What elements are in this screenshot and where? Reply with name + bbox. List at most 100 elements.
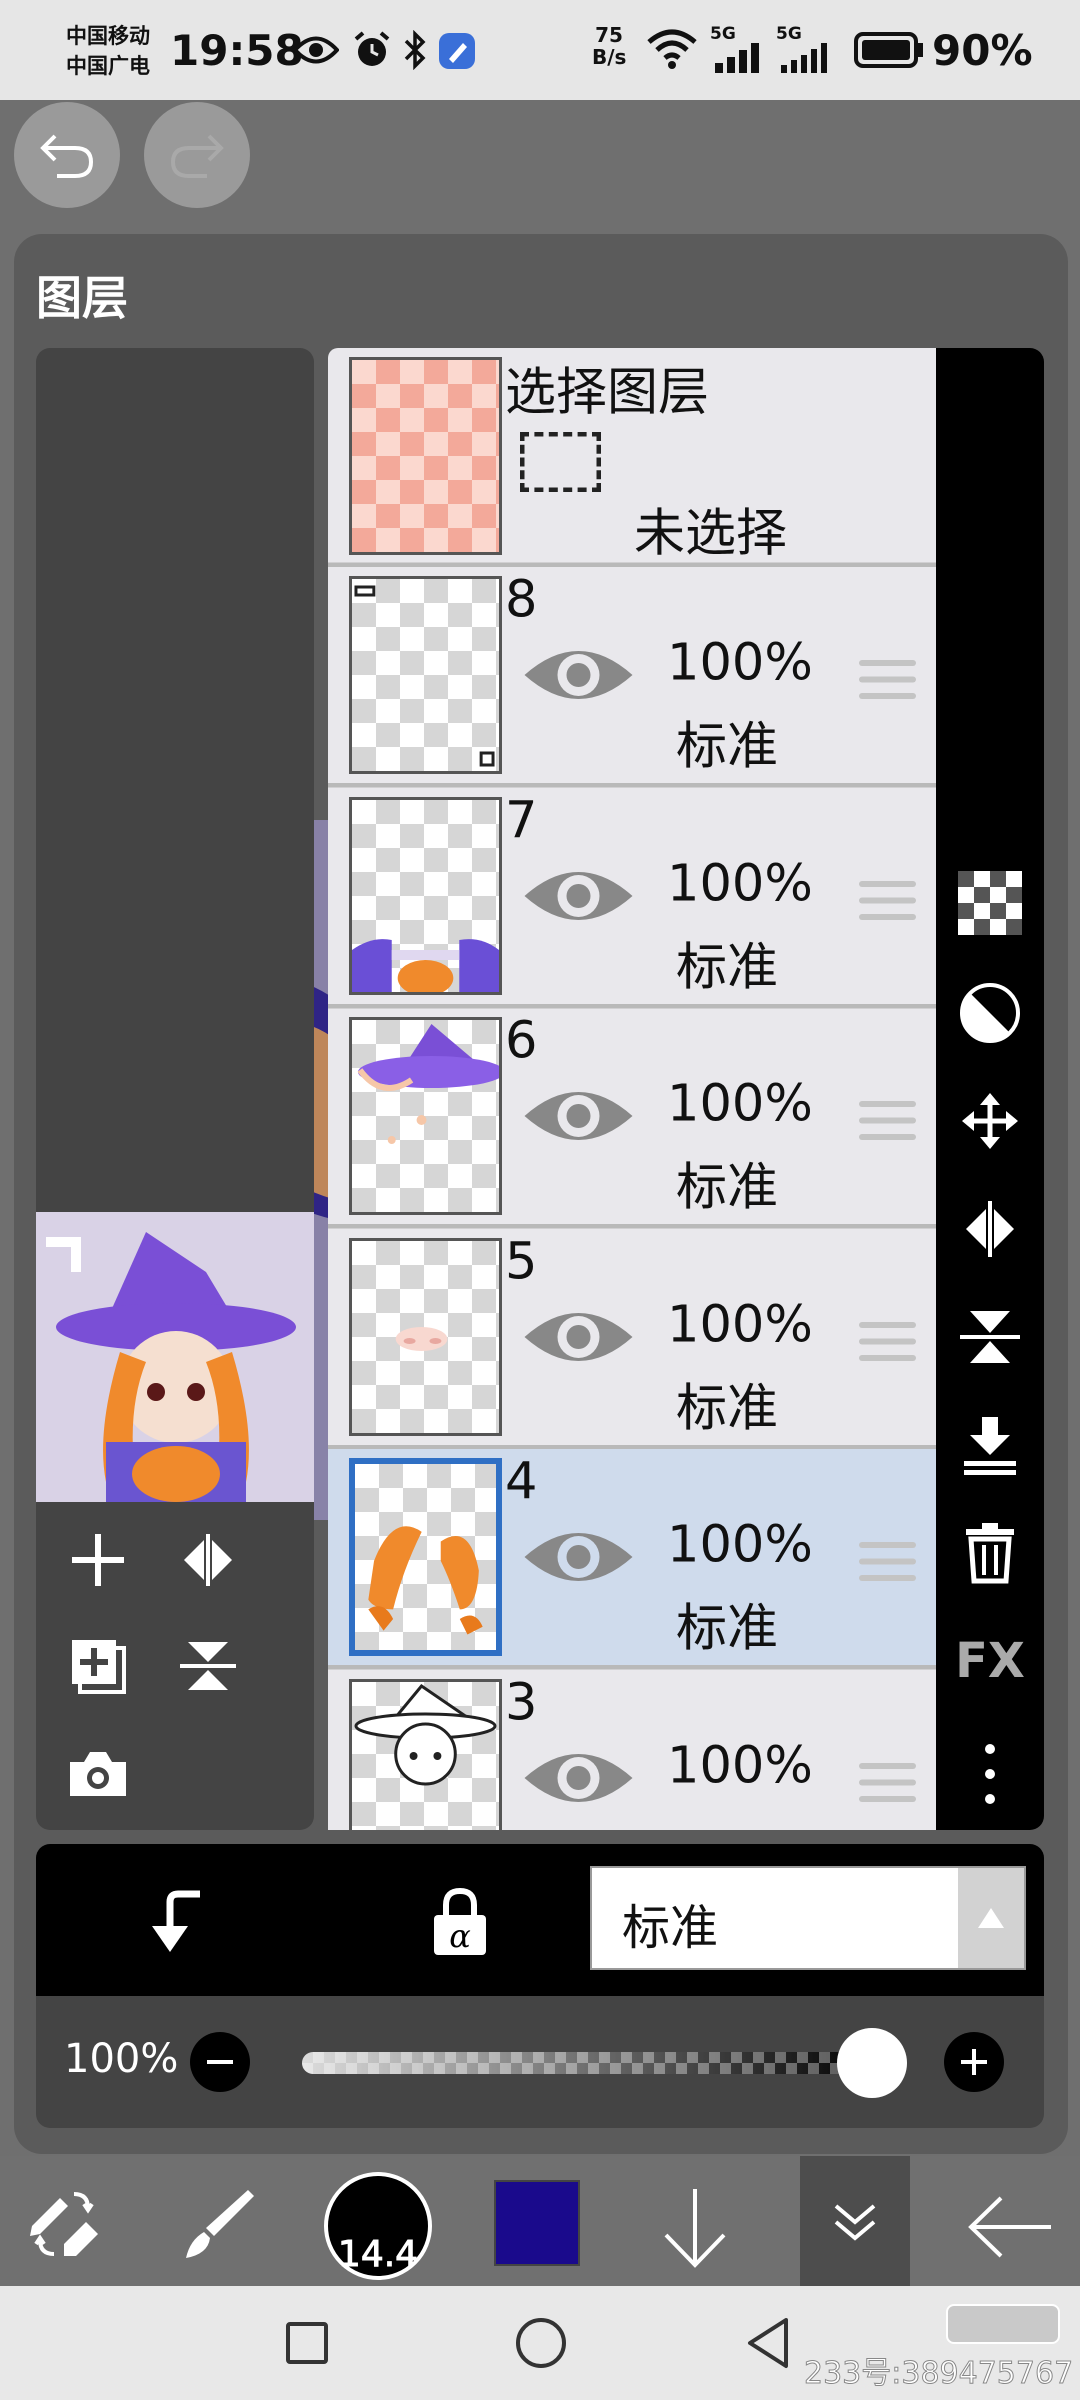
redo-icon <box>170 134 224 178</box>
eye-icon <box>524 1092 633 1140</box>
more-vertical-icon <box>985 1744 995 1804</box>
alpha-lock-button[interactable]: α <box>420 1882 500 1962</box>
visibility-toggle[interactable] <box>520 863 637 935</box>
visibility-toggle[interactable] <box>520 642 637 714</box>
visibility-toggle[interactable] <box>520 1745 637 1817</box>
plus-icon <box>72 1534 124 1586</box>
layer-row-7[interactable]: 7 100% 标准 <box>328 788 936 1008</box>
opacity-label: 100% <box>64 2036 179 2082</box>
merge-down-button[interactable] <box>936 1410 1044 1480</box>
recents-button[interactable] <box>286 2322 328 2364</box>
eye-icon <box>524 1533 633 1581</box>
plus-icon <box>961 2049 987 2075</box>
eye-comfort-icon <box>292 30 340 70</box>
blend-dropdown-toggle[interactable] <box>958 1868 1024 1968</box>
blend-mode-bar: α 标准 <box>36 1844 1044 1996</box>
battery-level: 90% <box>932 26 1033 75</box>
layer-row-4[interactable]: 4 100% 标准 <box>328 1449 936 1670</box>
opacity-increase-button[interactable] <box>944 2032 1004 2092</box>
flip-vertical-icon <box>180 1642 236 1690</box>
opacity-slider-track[interactable] <box>302 2052 872 2074</box>
layer-number: 3 <box>505 1672 538 1733</box>
drag-handle[interactable] <box>859 1762 916 1817</box>
flip-horizontal-button[interactable] <box>176 1528 240 1592</box>
redo-button[interactable] <box>144 102 250 208</box>
camera-button[interactable] <box>66 1742 130 1806</box>
duplicate-layer-icon <box>72 1640 126 1694</box>
flip-layer-vertical-button[interactable] <box>936 1302 1044 1372</box>
brush-size-button[interactable]: 14.4 <box>324 2172 432 2280</box>
layer-row-3[interactable]: 3 100% <box>328 1670 936 1830</box>
brush-icon <box>186 2190 254 2258</box>
layer-opacity: 100% <box>667 1735 813 1796</box>
more-options-button[interactable] <box>936 1734 1044 1814</box>
layer-row-6[interactable]: 6 100% 标准 <box>328 1008 936 1229</box>
battery-icon <box>854 30 926 70</box>
arrow-left-icon <box>968 2196 1051 2258</box>
layer-thumbnail <box>349 576 502 774</box>
system-nav-bar: 233号:389475767 <box>0 2286 1080 2400</box>
clipping-button[interactable] <box>936 978 1044 1048</box>
selection-layer-row[interactable]: 选择图层 未选择 <box>328 348 936 567</box>
layer-thumbnail <box>349 796 502 995</box>
drag-handle[interactable] <box>859 880 916 935</box>
color-swatch-button[interactable] <box>494 2180 580 2266</box>
delete-layer-button[interactable] <box>936 1518 1044 1588</box>
bluetooth-icon <box>400 28 430 72</box>
add-layer-button[interactable] <box>66 1528 130 1592</box>
signal-2-icon <box>778 40 842 74</box>
flip-vertical-icon <box>960 1311 1020 1363</box>
fx-button[interactable]: FX <box>936 1626 1044 1696</box>
back-button[interactable] <box>962 2184 1058 2270</box>
carrier-2: 中国广电 <box>66 54 150 78</box>
brush-tool-button[interactable] <box>178 2184 258 2264</box>
move-button[interactable] <box>936 1086 1044 1156</box>
blend-mode-select[interactable]: 标准 <box>590 1866 1026 1970</box>
flip-horizontal-icon <box>966 1201 1014 1257</box>
checkerboard-icon <box>958 871 1022 935</box>
drag-handle[interactable] <box>859 1101 916 1155</box>
layer-opacity: 100% <box>667 1515 813 1575</box>
eye-icon <box>524 1753 633 1802</box>
tool-switch-button[interactable] <box>24 2184 104 2264</box>
visibility-toggle[interactable] <box>520 1083 637 1155</box>
clip-layer-button[interactable] <box>140 1882 220 1962</box>
artwork-preview-image <box>36 1212 314 1502</box>
collapse-menu-button[interactable] <box>800 2156 910 2286</box>
layer-list: 选择图层 未选择 8 100% 标准 7 100% 标准 6 100% 标准 5 100% 标准 4 10… <box>328 348 936 1830</box>
opacity-bar: 100% <box>36 1996 1044 2128</box>
home-button[interactable] <box>516 2318 566 2368</box>
layer-number: 7 <box>505 790 538 851</box>
move-arrows-icon <box>962 1093 1018 1149</box>
layer-thumbnail <box>349 1458 502 1656</box>
undo-icon <box>40 134 94 178</box>
visibility-toggle[interactable] <box>520 1524 637 1596</box>
layer-opacity: 100% <box>667 1074 813 1134</box>
opacity-decrease-button[interactable] <box>190 2032 250 2092</box>
canvas-preview[interactable] <box>36 1212 314 1502</box>
brush-size-value: 14.4 <box>337 2234 419 2276</box>
visibility-toggle[interactable] <box>520 1304 637 1376</box>
net-speed-value: 75 <box>595 23 623 47</box>
minus-icon <box>207 2060 233 2064</box>
duplicate-layer-button[interactable] <box>66 1634 130 1698</box>
arrow-down-icon <box>664 2189 726 2268</box>
eye-icon <box>524 1312 633 1361</box>
layer-number: 4 <box>505 1452 538 1512</box>
flip-layer-horizontal-button[interactable] <box>936 1194 1044 1264</box>
back-nav-button[interactable] <box>744 2316 794 2370</box>
drag-handle[interactable] <box>859 1542 916 1596</box>
layer-row-5[interactable]: 5 100% 标准 <box>328 1229 936 1449</box>
flip-vertical-button[interactable] <box>176 1634 240 1698</box>
transparent-lock-button[interactable] <box>936 868 1044 938</box>
app-notification-icon <box>436 30 478 72</box>
drag-handle[interactable] <box>859 660 916 714</box>
undo-button[interactable] <box>14 102 120 208</box>
layer-down-button[interactable] <box>652 2184 738 2270</box>
opacity-slider-thumb[interactable] <box>837 2028 907 2098</box>
layer-row-8[interactable]: 8 100% 标准 <box>328 567 936 788</box>
alarm-icon <box>350 28 394 72</box>
watermark-logo <box>946 2304 1060 2344</box>
double-chevron-down-icon <box>834 2204 876 2241</box>
drag-handle[interactable] <box>859 1321 916 1376</box>
